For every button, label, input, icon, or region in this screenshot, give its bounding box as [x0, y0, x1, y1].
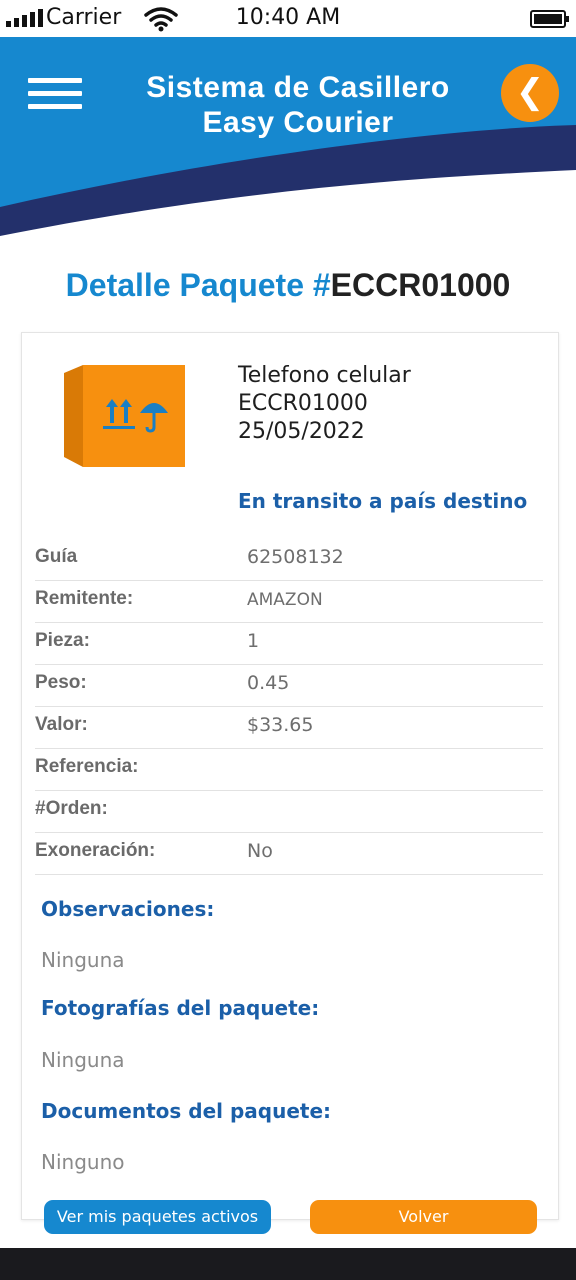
- detail-value: 0.45: [247, 672, 290, 694]
- page-title-code: ECCR01000: [330, 267, 511, 303]
- detail-row-exoneracion: Exoneración: No: [35, 833, 543, 875]
- back-button[interactable]: ❮: [501, 64, 559, 122]
- documentos-value: Ninguno: [41, 1150, 125, 1174]
- detail-row-peso: Peso: 0.45: [35, 665, 543, 707]
- detail-row-valor: Valor: $33.65: [35, 707, 543, 749]
- package-detail-card: Telefono celular ECCR01000 25/05/2022 En…: [21, 332, 559, 1220]
- bottom-bar: [0, 1248, 576, 1280]
- clock-time: 10:40 AM: [235, 5, 341, 30]
- package-status: En transito a país destino: [238, 489, 528, 513]
- detail-value: No: [247, 840, 273, 862]
- page-title-label: Detalle Paquete #: [65, 267, 331, 303]
- detail-label: Referencia:: [35, 756, 139, 777]
- detail-label: Exoneración:: [35, 840, 156, 861]
- detail-label: Remitente:: [35, 588, 134, 609]
- fotografias-value: Ninguna: [41, 1048, 125, 1072]
- active-packages-button[interactable]: Ver mis paquetes activos: [44, 1200, 271, 1234]
- details-table: Guía 62508132 Remitente: AMAZON Pieza: 1…: [35, 539, 543, 875]
- fotografias-title: Fotografías del paquete:: [41, 996, 320, 1020]
- package-date: 25/05/2022: [238, 419, 365, 444]
- package-box-icon: [64, 365, 185, 467]
- detail-value: 62508132: [247, 546, 344, 568]
- detail-label: Valor:: [35, 714, 88, 735]
- detail-row-remitente: Remitente: AMAZON: [35, 581, 543, 623]
- app-header: Sistema de Casillero Easy Courier ❮: [0, 37, 576, 237]
- status-bar: Carrier 10:40 AM: [0, 0, 576, 37]
- detail-label: Pieza:: [35, 630, 90, 651]
- package-summary: Telefono celular ECCR01000 25/05/2022: [238, 362, 538, 446]
- app-title-line2: Easy Courier: [202, 106, 394, 139]
- detail-label: Peso:: [35, 672, 87, 693]
- observaciones-value: Ninguna: [41, 948, 125, 972]
- chevron-left-icon: ❮: [515, 72, 545, 112]
- app-title: Sistema de Casillero Easy Courier: [110, 70, 486, 140]
- detail-label: #Orden:: [35, 798, 108, 819]
- package-description: Telefono celular: [238, 363, 411, 388]
- battery-icon: [530, 10, 569, 28]
- hamburger-menu-icon[interactable]: [28, 78, 82, 109]
- detail-row-pieza: Pieza: 1: [35, 623, 543, 665]
- documentos-title: Documentos del paquete:: [41, 1099, 331, 1123]
- app-title-line1: Sistema de Casillero: [146, 71, 450, 104]
- detail-row-orden: #Orden:: [35, 791, 543, 833]
- observaciones-title: Observaciones:: [41, 897, 215, 921]
- detail-label: Guía: [35, 546, 78, 567]
- detail-row-referencia: Referencia:: [35, 749, 543, 791]
- detail-value: 1: [247, 630, 260, 652]
- back-footer-button[interactable]: Volver: [310, 1200, 537, 1234]
- detail-value: $33.65: [247, 714, 314, 736]
- page-title: Detalle Paquete #ECCR01000: [0, 264, 576, 306]
- detail-value: AMAZON: [247, 590, 323, 610]
- detail-row-guia: Guía 62508132: [35, 539, 543, 581]
- package-code: ECCR01000: [238, 391, 368, 416]
